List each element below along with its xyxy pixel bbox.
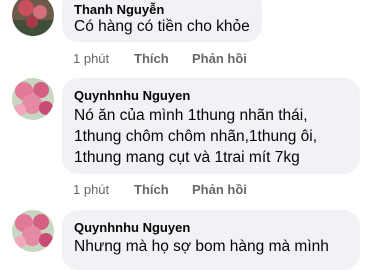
comment-text-line: 1thung chôm chôm nhãn,1thung ôi, bbox=[74, 128, 318, 145]
like-button[interactable]: Thích bbox=[134, 51, 169, 66]
comment-item: Quynhnhu Nguyen Nhưng mà họ sợ bom hàng … bbox=[0, 210, 374, 270]
comment-item: Quynhnhu Nguyen Nó ăn của mình 1thung nh… bbox=[0, 78, 374, 203]
comment-text-line: Nhưng mà họ sợ bom hàng mà mình bbox=[74, 238, 329, 255]
avatar[interactable] bbox=[12, 0, 54, 36]
comment-text-line: 1thung mang cụt và 1trai mít 7kg bbox=[74, 149, 300, 166]
comment-bubble: Quynhnhu Nguyen Nó ăn của mình 1thung nh… bbox=[62, 78, 360, 174]
comment-time[interactable]: 1 phút bbox=[73, 51, 109, 66]
comment-bubble: Thanh Nguyễn Có hàng có tiền cho khỏe bbox=[62, 0, 262, 42]
avatar[interactable] bbox=[12, 210, 54, 252]
comment-bubble: Quynhnhu Nguyen Nhưng mà họ sợ bom hàng … bbox=[62, 210, 360, 270]
comment-author[interactable]: Thanh Nguyễn bbox=[74, 2, 164, 17]
like-button[interactable]: Thích bbox=[134, 182, 169, 197]
profile-photo-icon bbox=[12, 210, 54, 252]
profile-photo-icon bbox=[12, 0, 54, 36]
avatar[interactable] bbox=[12, 78, 54, 120]
comment-author[interactable]: Quynhnhu Nguyen bbox=[74, 88, 190, 103]
comment-author[interactable]: Quynhnhu Nguyen bbox=[74, 220, 190, 235]
comment-item: Thanh Nguyễn Có hàng có tiền cho khỏe 1 … bbox=[0, 0, 374, 70]
reply-button[interactable]: Phản hồi bbox=[192, 51, 247, 66]
reply-button[interactable]: Phản hồi bbox=[192, 182, 247, 197]
comment-text-line: Nó ăn của mình 1thung nhãn thái, bbox=[74, 107, 308, 124]
comment-time[interactable]: 1 phút bbox=[73, 182, 109, 197]
comment-text: Có hàng có tiền cho khỏe bbox=[74, 18, 250, 35]
profile-photo-icon bbox=[12, 78, 54, 120]
